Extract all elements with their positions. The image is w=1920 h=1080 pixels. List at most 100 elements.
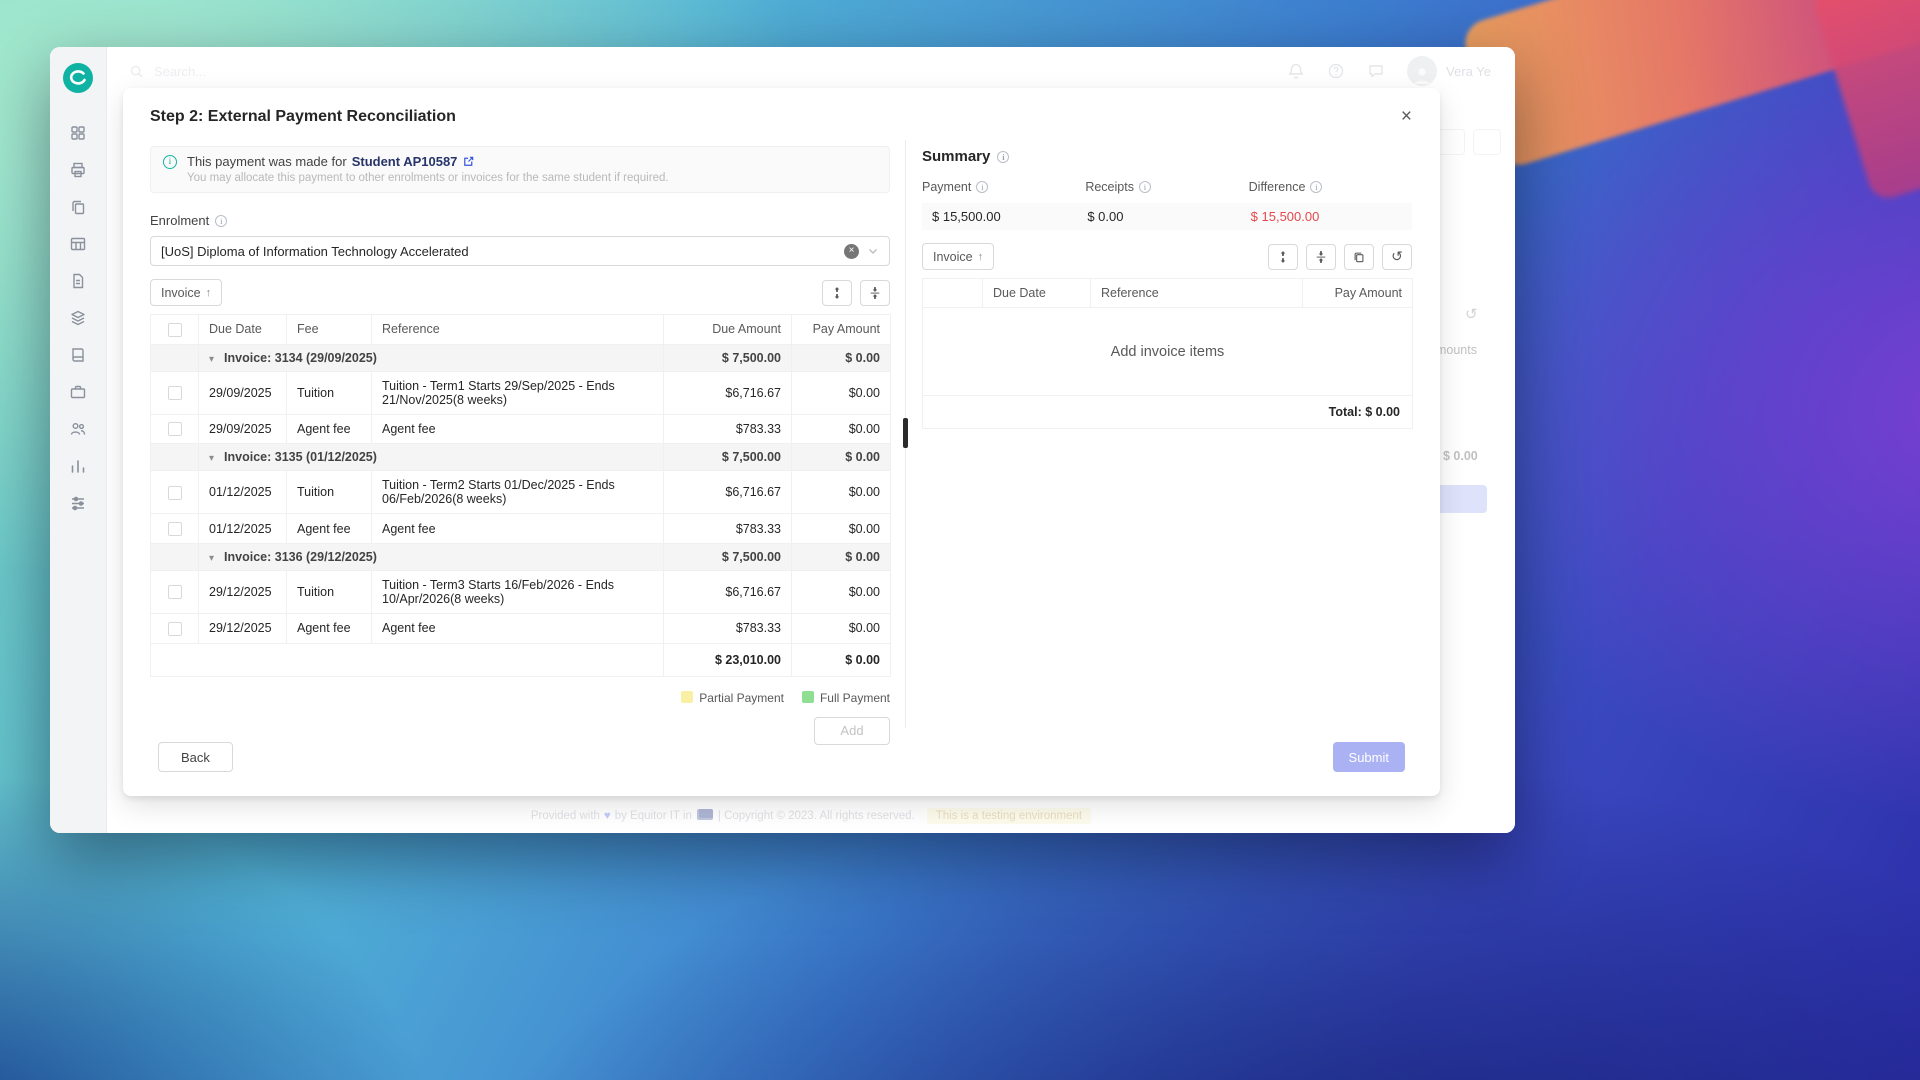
summary-stat-labels: Payment i Receipts i Difference i <box>922 180 1412 194</box>
enrolment-select[interactable]: [UoS] Diploma of Information Technology … <box>150 236 890 266</box>
sidebar <box>50 47 107 833</box>
col-due-amount: Due Amount <box>663 314 792 345</box>
table-icon <box>69 235 87 256</box>
modal-footer: Back Submit <box>123 742 1440 796</box>
summary-title: Summary i <box>922 148 1412 165</box>
panel-divider <box>890 140 922 742</box>
dashboard-grid-icon <box>69 124 87 145</box>
summary-total-row: Total: $ 0.00 <box>922 395 1413 429</box>
close-icon[interactable]: × <box>1397 105 1416 128</box>
legend-partial: Partial Payment <box>681 690 784 705</box>
external-link-icon[interactable] <box>462 155 475 168</box>
summary-table: Due Date Reference Pay Amount Add invoic… <box>922 278 1413 429</box>
banner-text: This payment was made for <box>187 154 347 169</box>
cell-fee: Agent fee <box>286 513 372 545</box>
invoice-items-table: Due Date Fee Reference Due Amount Pay Am… <box>150 314 891 677</box>
copy-button[interactable] <box>1344 243 1374 270</box>
cell-pay-amount: $0.00 <box>791 613 891 644</box>
cell-pay-amount: $0.00 <box>791 513 891 545</box>
cell-due-amount: $6,716.67 <box>663 470 792 515</box>
stat-receipts-label: Receipts i <box>1085 180 1248 194</box>
submit-button[interactable]: Submit <box>1332 742 1405 772</box>
table-row: 29/12/2025 Tuition Tuition - Term3 Start… <box>150 570 891 615</box>
sidebar-item-reports[interactable] <box>59 450 97 485</box>
sidebar-item-book[interactable] <box>59 339 97 374</box>
row-checkbox[interactable] <box>167 422 182 437</box>
expand-all-button[interactable] <box>822 279 852 306</box>
copy-icon <box>1354 252 1364 262</box>
collapse-caret-icon[interactable]: ▾ <box>209 453 214 464</box>
cell-due-date: 29/12/2025 <box>198 613 287 644</box>
sort-button-label: Invoice <box>933 249 973 264</box>
cell-fee: Tuition <box>286 370 372 415</box>
history-button[interactable]: ↺ <box>1382 243 1412 270</box>
add-button[interactable]: Add <box>814 716 890 745</box>
col-pay-amount: Pay Amount <box>791 314 891 345</box>
row-checkbox[interactable] <box>167 621 182 636</box>
stat-difference-label: Difference i <box>1249 180 1412 194</box>
collapse-caret-icon[interactable]: ▾ <box>209 553 214 564</box>
info-icon[interactable]: i <box>215 214 228 227</box>
info-icon[interactable]: i <box>997 150 1010 163</box>
table-row: 29/12/2025 Agent fee Agent fee $783.33 $… <box>150 613 891 644</box>
summary-stat-values: $ 15,500.00 $ 0.00 $ 15,500.00 <box>922 203 1412 230</box>
collapse-caret-icon[interactable]: ▾ <box>209 354 214 365</box>
group-due-amount: $ 7,500.00 <box>663 343 792 372</box>
sidebar-item-table[interactable] <box>59 228 97 263</box>
cell-fee: Agent fee <box>286 413 372 445</box>
cell-reference: Tuition - Term1 Starts 29/Sep/2025 - End… <box>371 370 664 415</box>
student-link[interactable]: Student AP10587 <box>352 154 458 169</box>
history-icon: ↺ <box>1391 248 1403 264</box>
sidebar-item-documents[interactable] <box>59 191 97 226</box>
cell-reference: Tuition - Term2 Starts 01/Dec/2025 - End… <box>371 470 664 515</box>
add-row: Add <box>150 716 890 745</box>
info-icon[interactable]: i <box>1310 181 1323 193</box>
chevron-down-icon[interactable] <box>867 245 879 257</box>
col-fee: Fee <box>286 314 372 345</box>
row-checkbox[interactable] <box>167 585 182 600</box>
sort-button-label: Invoice <box>161 285 201 300</box>
group-pay-amount: $ 0.00 <box>791 543 891 572</box>
sidebar-item-briefcase[interactable] <box>59 376 97 411</box>
sidebar-item-users[interactable] <box>59 413 97 448</box>
sidebar-item-dashboard[interactable] <box>59 117 97 152</box>
cell-fee: Tuition <box>286 570 372 615</box>
sidebar-item-print[interactable] <box>59 154 97 189</box>
table-header-row: Due Date Fee Reference Due Amount Pay Am… <box>150 314 891 345</box>
collapse-all-button[interactable] <box>1306 243 1336 270</box>
col-reference: Reference <box>1090 278 1303 308</box>
clear-icon[interactable]: × <box>844 243 859 259</box>
sort-invoice-button[interactable]: Invoice ↑ <box>150 279 223 306</box>
row-checkbox[interactable] <box>167 485 182 500</box>
expand-rows-icon <box>834 286 840 299</box>
full-payment-swatch <box>801 690 814 703</box>
cell-due-date: 29/09/2025 <box>198 370 287 415</box>
summary-title-text: Summary <box>922 148 991 165</box>
summary-sort-invoice-button[interactable]: Invoice ↑ <box>922 243 995 270</box>
layers-icon <box>69 309 87 330</box>
banner-note: You may allocate this payment to other e… <box>187 172 669 184</box>
sliders-icon <box>69 494 87 515</box>
invoice-group-label: Invoice: 3136 (29/12/2025) <box>224 550 377 565</box>
select-all-checkbox[interactable] <box>167 322 182 337</box>
info-icon[interactable]: i <box>976 181 989 193</box>
sidebar-item-layers[interactable] <box>59 302 97 337</box>
resize-handle[interactable] <box>903 418 908 448</box>
back-button[interactable]: Back <box>158 742 233 772</box>
sidebar-item-settings[interactable] <box>59 487 97 522</box>
summary-empty-row: Add invoice items <box>922 307 1413 396</box>
partial-payment-swatch <box>681 690 694 703</box>
cell-reference: Agent fee <box>371 413 664 445</box>
info-icon[interactable]: i <box>1138 181 1151 193</box>
cell-due-amount: $783.33 <box>663 513 792 545</box>
sidebar-item-files[interactable] <box>59 265 97 300</box>
row-checkbox[interactable] <box>167 522 182 537</box>
allocation-panel: i This payment was made for Student AP10… <box>150 140 891 745</box>
bar-chart-icon <box>69 457 87 478</box>
file-text-icon <box>69 272 87 293</box>
expand-all-button[interactable] <box>1268 243 1298 270</box>
collapse-all-button[interactable] <box>860 279 890 306</box>
row-checkbox[interactable] <box>167 386 182 401</box>
cell-reference: Agent fee <box>371 613 664 644</box>
invoice-group-row: ▾ Invoice: 3136 (29/12/2025) $ 7,500.00 $… <box>150 543 891 572</box>
